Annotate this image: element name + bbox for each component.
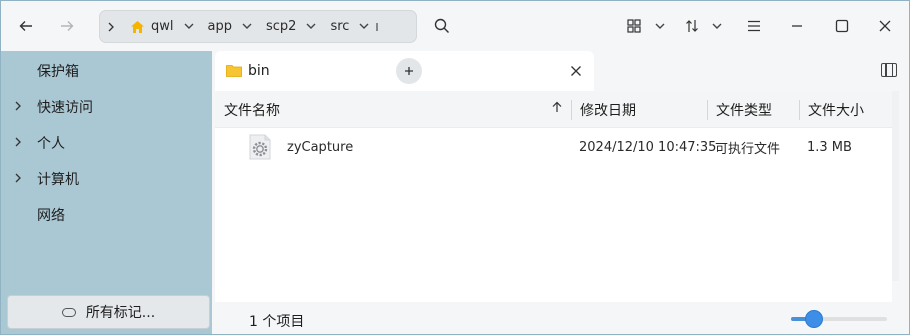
breadcrumb-label: scp2 bbox=[265, 19, 297, 34]
column-header-size[interactable]: 文件大小 bbox=[808, 91, 864, 128]
folder-icon bbox=[226, 65, 242, 77]
plus-icon bbox=[405, 67, 413, 75]
column-header-modified[interactable]: 修改日期 bbox=[580, 91, 636, 128]
menu-button[interactable] bbox=[739, 11, 769, 41]
column-separator[interactable] bbox=[799, 100, 800, 120]
chevron-right-icon[interactable] bbox=[14, 100, 22, 114]
sidebar: 保护箱 快速访问 个人 计算机 网络 所有标记... bbox=[1, 51, 212, 334]
breadcrumb-label: app bbox=[207, 19, 232, 34]
all-tags-button[interactable]: 所有标记... bbox=[7, 295, 210, 329]
tag-icon bbox=[61, 307, 76, 317]
breadcrumb-overflow-edge bbox=[375, 11, 381, 42]
sort-dropdown[interactable] bbox=[702, 11, 732, 41]
column-separator[interactable] bbox=[707, 100, 708, 120]
file-manager-window: qwl app scp2 src 保护箱 快速访问 个人 计算机 网络 所有标记… bbox=[0, 0, 910, 335]
arrow-right-icon bbox=[61, 21, 74, 31]
file-row[interactable]: zyCapture 2024/12/10 10:47:35 可执行文件 1.3 … bbox=[215, 128, 892, 166]
executable-gear-icon bbox=[249, 134, 271, 160]
chevron-down-icon[interactable] bbox=[184, 23, 194, 30]
chevron-right-icon[interactable] bbox=[14, 172, 22, 186]
close-tab-button[interactable] bbox=[566, 61, 586, 81]
close-window-button[interactable] bbox=[870, 11, 900, 41]
forward-button[interactable] bbox=[52, 11, 82, 41]
minimize-button[interactable] bbox=[782, 11, 812, 41]
zoom-slider-thumb[interactable] bbox=[805, 310, 823, 328]
breadcrumb-scroll-left[interactable] bbox=[100, 11, 122, 42]
sort-icon bbox=[686, 20, 698, 32]
sidebar-item-network[interactable]: 网络 bbox=[1, 200, 212, 230]
all-tags-label: 所有标记... bbox=[85, 305, 156, 321]
sidebar-item-label: 保护箱 bbox=[37, 64, 79, 80]
sidebar-item-vault[interactable]: 保护箱 bbox=[1, 56, 212, 86]
maximize-button[interactable] bbox=[827, 11, 857, 41]
chevron-down-icon[interactable] bbox=[242, 23, 252, 30]
detail-panel-icon[interactable] bbox=[881, 63, 897, 77]
tab-label: bin bbox=[248, 63, 270, 79]
sidebar-item-quick-access[interactable]: 快速访问 bbox=[1, 92, 212, 122]
column-separator[interactable] bbox=[571, 100, 572, 120]
breadcrumb-item-src[interactable]: src bbox=[322, 11, 375, 42]
sidebar-item-personal[interactable]: 个人 bbox=[1, 128, 212, 158]
breadcrumb: qwl app scp2 src bbox=[99, 10, 417, 43]
file-modified: 2024/12/10 10:47:35 bbox=[579, 139, 717, 155]
search-icon bbox=[434, 18, 449, 33]
separator-icon bbox=[376, 22, 379, 31]
minimize-icon bbox=[792, 25, 802, 27]
file-type: 可执行文件 bbox=[715, 141, 781, 157]
search-button[interactable] bbox=[427, 11, 457, 41]
hamburger-menu-icon bbox=[748, 20, 760, 32]
file-list: 文件名称 修改日期 文件类型 文件大小 zyCapture 2024/12/10… bbox=[215, 91, 892, 302]
breadcrumb-item-qwl[interactable]: qwl bbox=[122, 11, 200, 42]
chevron-down-icon bbox=[712, 23, 722, 29]
close-icon bbox=[571, 66, 581, 76]
tab-bar: bin bbox=[212, 51, 909, 91]
column-header-type[interactable]: 文件类型 bbox=[716, 91, 772, 128]
breadcrumb-label: src bbox=[330, 19, 350, 34]
status-bar: 1 个项目 bbox=[215, 302, 909, 334]
chevron-down-icon[interactable] bbox=[359, 23, 369, 30]
scrollbar[interactable] bbox=[892, 91, 899, 281]
breadcrumb-item-app[interactable]: app bbox=[200, 11, 258, 42]
sidebar-item-label: 网络 bbox=[37, 208, 65, 224]
sort-ascending-icon[interactable] bbox=[551, 101, 563, 117]
maximize-icon bbox=[835, 19, 849, 33]
grid-view-icon bbox=[627, 19, 641, 33]
view-mode-dropdown[interactable] bbox=[645, 11, 675, 41]
item-count: 1 个项目 bbox=[249, 314, 305, 330]
home-icon bbox=[131, 20, 144, 33]
back-button[interactable] bbox=[11, 11, 41, 41]
breadcrumb-item-scp2[interactable]: scp2 bbox=[258, 11, 322, 42]
toolbar: qwl app scp2 src bbox=[1, 1, 909, 51]
file-list-header: 文件名称 修改日期 文件类型 文件大小 bbox=[215, 91, 892, 128]
sidebar-item-label: 计算机 bbox=[37, 172, 79, 188]
sidebar-item-label: 个人 bbox=[37, 136, 65, 152]
file-name: zyCapture bbox=[287, 139, 354, 155]
sidebar-item-label: 快速访问 bbox=[37, 100, 93, 116]
column-header-name[interactable]: 文件名称 bbox=[224, 91, 280, 128]
new-tab-button[interactable] bbox=[396, 58, 422, 84]
chevron-down-icon[interactable] bbox=[306, 23, 316, 30]
arrow-left-icon bbox=[19, 21, 32, 31]
chevron-down-icon bbox=[655, 23, 665, 29]
sidebar-item-computer[interactable]: 计算机 bbox=[1, 164, 212, 194]
close-icon bbox=[879, 20, 891, 32]
chevron-right-icon[interactable] bbox=[14, 136, 22, 150]
breadcrumb-label: qwl bbox=[151, 19, 174, 34]
chevron-right-icon bbox=[108, 22, 114, 31]
file-size: 1.3 MB bbox=[807, 139, 852, 155]
